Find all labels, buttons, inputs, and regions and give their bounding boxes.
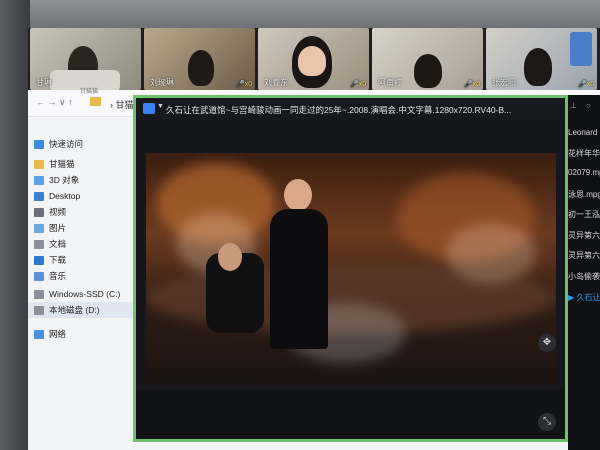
participant-face — [298, 46, 326, 76]
participant-strip: 甘琳 刘琬琳 🎤x0 刘睿东 🎤x0 阿南打 🎤x0 张宏阳 🎤x0 — [28, 28, 600, 90]
conductor-head — [284, 179, 312, 211]
playlist-header: ⊥ ○ — [568, 95, 600, 118]
conductor-body — [270, 209, 328, 349]
playlist-item[interactable]: 初一王泓 — [568, 209, 600, 220]
participant-tile[interactable]: 甘琳 — [30, 28, 141, 90]
download-icon — [34, 255, 44, 265]
picture-icon — [34, 223, 44, 233]
video-frame-orchestra[interactable] — [146, 153, 556, 385]
fullscreen-icon[interactable]: ✥ — [538, 334, 556, 352]
nav-label: 网络 — [49, 329, 67, 339]
playlist-item[interactable]: 小岛偷袭 — [568, 271, 600, 282]
nav-label: 图片 — [49, 223, 67, 233]
drive-icon — [34, 289, 44, 299]
mic-indicator: 🎤x0 — [578, 81, 595, 88]
playlist-item[interactable]: 灵异第六 — [568, 250, 600, 261]
participant-name: 张宏阳 — [492, 78, 516, 87]
nav-label: 下载 — [49, 255, 67, 265]
pin-icon[interactable]: ⊥ — [570, 101, 577, 110]
video-icon — [34, 207, 44, 217]
participant-name: 刘睿东 — [264, 78, 288, 87]
back-arrow-icon[interactable]: ← → ∨ ↑ — [36, 97, 73, 108]
participant-name: 阿南打 — [378, 78, 402, 87]
participant-name: 刘琬琳 — [150, 78, 174, 87]
mic-indicator: 🎤x0 — [236, 81, 253, 88]
participant-avatar — [414, 54, 442, 88]
nav-label: 文档 — [49, 239, 67, 249]
playlist-item[interactable]: Leonard Co — [568, 128, 600, 137]
playlist-item[interactable]: 02079.mp4 — [568, 168, 600, 177]
address-fragment: 甘猫猫 — [80, 89, 99, 95]
network-icon — [34, 329, 44, 339]
playlist-item[interactable]: 泳思.mpg — [568, 189, 600, 200]
playlist-panel: Leonard Co 花样年华.72 02079.mp4 泳思.mpg 初一王泓… — [568, 118, 600, 450]
player-title-bar[interactable]: ▼ 久石让在武道馆~与宫崎骏动画一同走过的25年~.2008.演唱会.中文字幕.… — [136, 98, 565, 120]
musician-group — [446, 223, 536, 283]
participant-tile[interactable]: 刘琬琳 🎤x0 — [144, 28, 255, 90]
participant-avatar — [524, 48, 552, 86]
mic-indicator: 🎤x0 — [350, 81, 367, 88]
expand-icon[interactable]: ⤡ — [538, 413, 556, 431]
user-folder-icon — [34, 159, 44, 169]
player-controls: ✥ ⤡ — [136, 334, 565, 439]
nav-label: Windows-SSD (C:) — [49, 289, 121, 299]
playlist-item[interactable]: 灵异第六 — [568, 230, 600, 241]
nav-label: 音乐 — [49, 271, 67, 281]
cube-icon — [34, 175, 44, 185]
player-logo-icon[interactable] — [143, 103, 155, 114]
desktop-icon — [34, 191, 44, 201]
nav-label: Desktop — [49, 191, 81, 201]
nav-label: 视频 — [49, 207, 67, 217]
document-icon — [34, 239, 44, 249]
participant-tile[interactable]: 阿南打 🎤x0 — [372, 28, 483, 90]
laptop-bezel — [0, 0, 600, 28]
mic-indicator: 🎤x0 — [464, 81, 481, 88]
chevron-down-icon[interactable]: ▼ — [157, 103, 164, 110]
video-player-window[interactable]: ▼ 久石让在武道馆~与宫崎骏动画一同走过的25年~.2008.演唱会.中文字幕.… — [133, 95, 568, 442]
laptop-bezel-left — [0, 0, 30, 450]
playlist-item-active[interactable]: ▶ 久石让在 — [568, 292, 600, 303]
nav-label: 甘猫猫 — [49, 159, 75, 169]
background-poster — [570, 32, 592, 66]
nav-label: 快速访问 — [49, 139, 84, 149]
folder-icon — [90, 97, 101, 106]
participant-tile[interactable]: 张宏阳 🎤x0 — [486, 28, 597, 90]
video-title: 久石让在武道馆~与宫崎骏动画一同走过的25年~.2008.演唱会.中文字幕.12… — [166, 105, 512, 115]
participant-tile[interactable]: 刘睿东 🎤x0 — [258, 28, 369, 90]
pianist-head — [218, 243, 242, 271]
drive-icon — [34, 305, 44, 315]
nav-label: 本地磁盘 (D:) — [49, 305, 100, 315]
participant-avatar — [188, 50, 214, 86]
music-note-icon — [34, 271, 44, 281]
participant-name: 甘琳 — [36, 78, 52, 87]
nav-label: 3D 对象 — [49, 175, 80, 185]
playlist-item[interactable]: 花样年华.72 — [568, 148, 600, 159]
star-icon — [34, 139, 44, 149]
search-icon[interactable]: ○ — [586, 101, 591, 110]
